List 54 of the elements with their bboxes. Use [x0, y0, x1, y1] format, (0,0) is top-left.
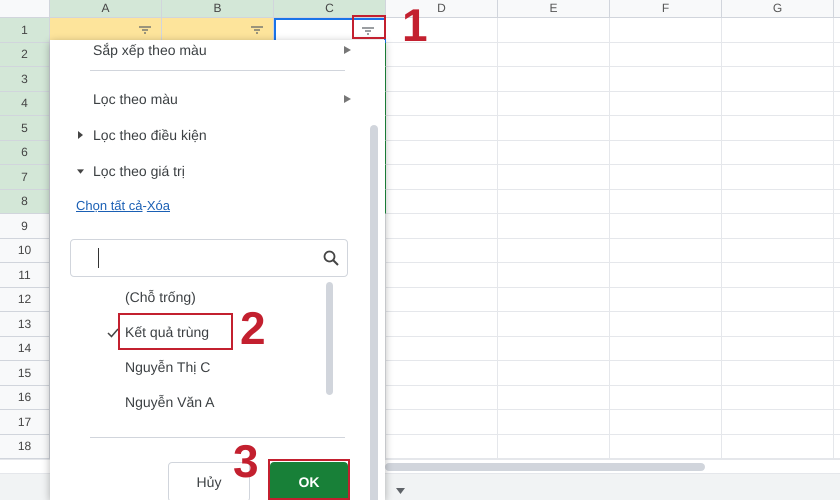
row-number[interactable]: 3 [0, 67, 50, 92]
menu-item[interactable]: Lọc theo màu [93, 88, 178, 110]
row-number[interactable]: 18 [0, 434, 50, 459]
link[interactable]: Chọn tất cả [76, 196, 142, 216]
row-number[interactable]: 17 [0, 410, 50, 434]
column-header[interactable]: G [722, 0, 834, 18]
filter-icon[interactable] [139, 26, 151, 34]
list-item[interactable]: Nguyễn Văn A [107, 385, 215, 420]
row-number[interactable]: 10 [0, 238, 50, 263]
triangle-icon[interactable] [77, 131, 84, 139]
row-number[interactable]: 15 [0, 361, 50, 386]
corner-cell[interactable] [0, 0, 50, 18]
step-number: 2 [240, 305, 266, 351]
row-number[interactable]: 14 [0, 336, 50, 361]
menu-item[interactable]: Sắp xếp theo màu [93, 40, 207, 60]
row-number[interactable]: 4 [0, 92, 50, 116]
column-header[interactable]: C [274, 0, 386, 18]
check-icon [107, 328, 119, 338]
link[interactable]: Xóa [146, 196, 170, 216]
highlight-box [352, 15, 386, 39]
scrollbar[interactable] [326, 282, 333, 395]
column-header[interactable]: E [498, 0, 610, 18]
submenu-arrow-icon [344, 95, 351, 103]
row-number[interactable]: 5 [0, 116, 50, 140]
row-number[interactable]: 2 [0, 42, 50, 67]
row-number[interactable]: 9 [0, 214, 50, 238]
row-number[interactable]: 12 [0, 288, 50, 312]
row-number[interactable]: 8 [0, 190, 50, 214]
scrollbar-thumb[interactable] [385, 462, 705, 470]
filter-icon[interactable] [362, 26, 374, 35]
link-separator: - [142, 197, 147, 216]
menu-item[interactable]: Lọc theo điều kiện [93, 124, 207, 146]
row-number[interactable]: 7 [0, 165, 50, 190]
menu-item[interactable]: Lọc theo giá trị [93, 160, 185, 182]
search-field[interactable] [70, 239, 348, 277]
header-strip [834, 0, 840, 18]
ok-button[interactable]: OK [270, 462, 348, 500]
column-header[interactable]: B [162, 0, 274, 18]
row-number[interactable]: 13 [0, 312, 50, 336]
column-header[interactable]: F [610, 0, 722, 18]
scrollbar[interactable] [370, 125, 378, 500]
row-number[interactable]: 16 [0, 386, 50, 410]
filter-icon[interactable] [251, 26, 263, 34]
list-item[interactable]: (Chỗ trống) [107, 280, 196, 315]
search-icon[interactable] [323, 250, 339, 266]
list-item[interactable]: Kết quả trùng [107, 315, 210, 350]
row-number[interactable]: 1 [0, 18, 50, 42]
row-number[interactable]: 11 [0, 263, 50, 288]
triangle-icon[interactable] [77, 168, 84, 174]
row-number[interactable]: 6 [0, 140, 50, 165]
caret-icon[interactable] [396, 488, 405, 494]
submenu-arrow-icon [344, 46, 351, 54]
list-item[interactable]: Nguyễn Thị C [107, 350, 210, 385]
column-header[interactable]: A [50, 0, 162, 18]
